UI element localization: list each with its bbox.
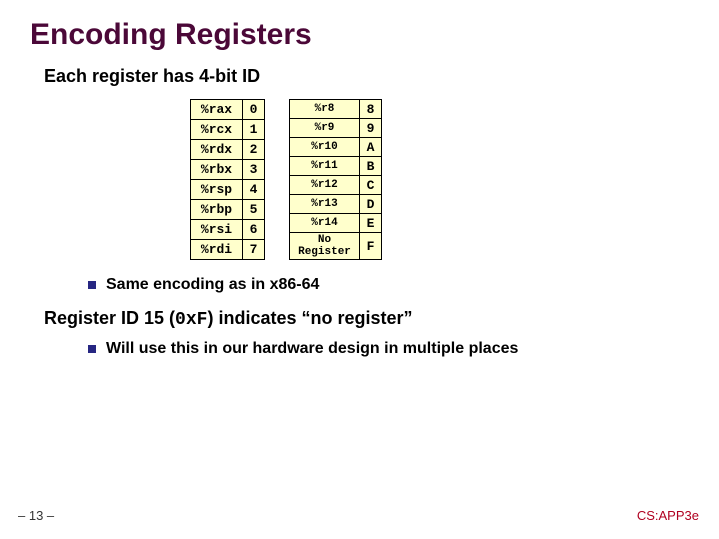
table-row: %r10A — [290, 138, 382, 157]
square-bullet-icon — [88, 281, 96, 289]
register-name: %rcx — [191, 120, 243, 140]
course-label: CS:APP3e — [637, 508, 699, 523]
register-name: %rax — [191, 100, 243, 120]
register-id: 2 — [243, 140, 265, 160]
register-name: %rbp — [191, 200, 243, 220]
bullet-text: Same encoding as in x86-64 — [106, 276, 319, 294]
heading-code: 0xF — [175, 310, 207, 330]
table-row: %r88 — [290, 100, 382, 119]
register-name: %r12 — [290, 176, 360, 195]
register-name: %r11 — [290, 157, 360, 176]
register-name: %r8 — [290, 100, 360, 119]
table-row: %rbx3 — [191, 160, 265, 180]
register-id: 0 — [243, 100, 265, 120]
bullet-text: Will use this in our hardware design in … — [106, 340, 518, 358]
heading-text-post: ) indicates “no register” — [207, 308, 412, 328]
square-bullet-icon — [88, 345, 96, 353]
register-name: %r10 — [290, 138, 360, 157]
table-row: %rdx2 — [191, 140, 265, 160]
register-name: %r9 — [290, 119, 360, 138]
subheading: Each register has 4-bit ID — [44, 66, 689, 87]
table-row: %rax0 — [191, 100, 265, 120]
register-name: %rsp — [191, 180, 243, 200]
register-id: 6 — [243, 220, 265, 240]
register-id: A — [360, 138, 382, 157]
register-id: E — [360, 214, 382, 233]
table-row: %rcx1 — [191, 120, 265, 140]
register-name: %rbx — [191, 160, 243, 180]
heading-text-pre: Register ID 15 ( — [44, 308, 175, 328]
register-name: %r14 — [290, 214, 360, 233]
table-row: %rdi7 — [191, 240, 265, 260]
register-name: No Register — [290, 233, 360, 260]
register-id: 5 — [243, 200, 265, 220]
slide-title: Encoding Registers — [30, 18, 689, 52]
bullet-item: Same encoding as in x86-64 — [88, 276, 689, 294]
table-row: No RegisterF — [290, 233, 382, 260]
table-row: %rsi6 — [191, 220, 265, 240]
bullet-item: Will use this in our hardware design in … — [88, 340, 689, 358]
register-id: 9 — [360, 119, 382, 138]
register-table-left: %rax0 %rcx1 %rdx2 %rbx3 %rsp4 %rbp5 %rsi… — [190, 99, 265, 260]
register-tables: %rax0 %rcx1 %rdx2 %rbx3 %rsp4 %rbp5 %rsi… — [190, 99, 689, 260]
register-id: F — [360, 233, 382, 260]
table-row: %r99 — [290, 119, 382, 138]
register-id: B — [360, 157, 382, 176]
register-name: %rdi — [191, 240, 243, 260]
register-id: 7 — [243, 240, 265, 260]
heading-no-register: Register ID 15 (0xF) indicates “no regis… — [44, 308, 689, 330]
register-id: 4 — [243, 180, 265, 200]
slide-number: – 13 – — [18, 508, 54, 523]
register-name: %rsi — [191, 220, 243, 240]
table-row: %r11B — [290, 157, 382, 176]
table-row: %r14E — [290, 214, 382, 233]
register-table-right: %r88 %r99 %r10A %r11B %r12C %r13D %r14E … — [289, 99, 382, 260]
register-id: 1 — [243, 120, 265, 140]
register-name: %rdx — [191, 140, 243, 160]
table-row: %rbp5 — [191, 200, 265, 220]
register-id: C — [360, 176, 382, 195]
table-row: %r12C — [290, 176, 382, 195]
register-id: 3 — [243, 160, 265, 180]
register-id: D — [360, 195, 382, 214]
table-row: %rsp4 — [191, 180, 265, 200]
register-name: %r13 — [290, 195, 360, 214]
register-id: 8 — [360, 100, 382, 119]
table-row: %r13D — [290, 195, 382, 214]
